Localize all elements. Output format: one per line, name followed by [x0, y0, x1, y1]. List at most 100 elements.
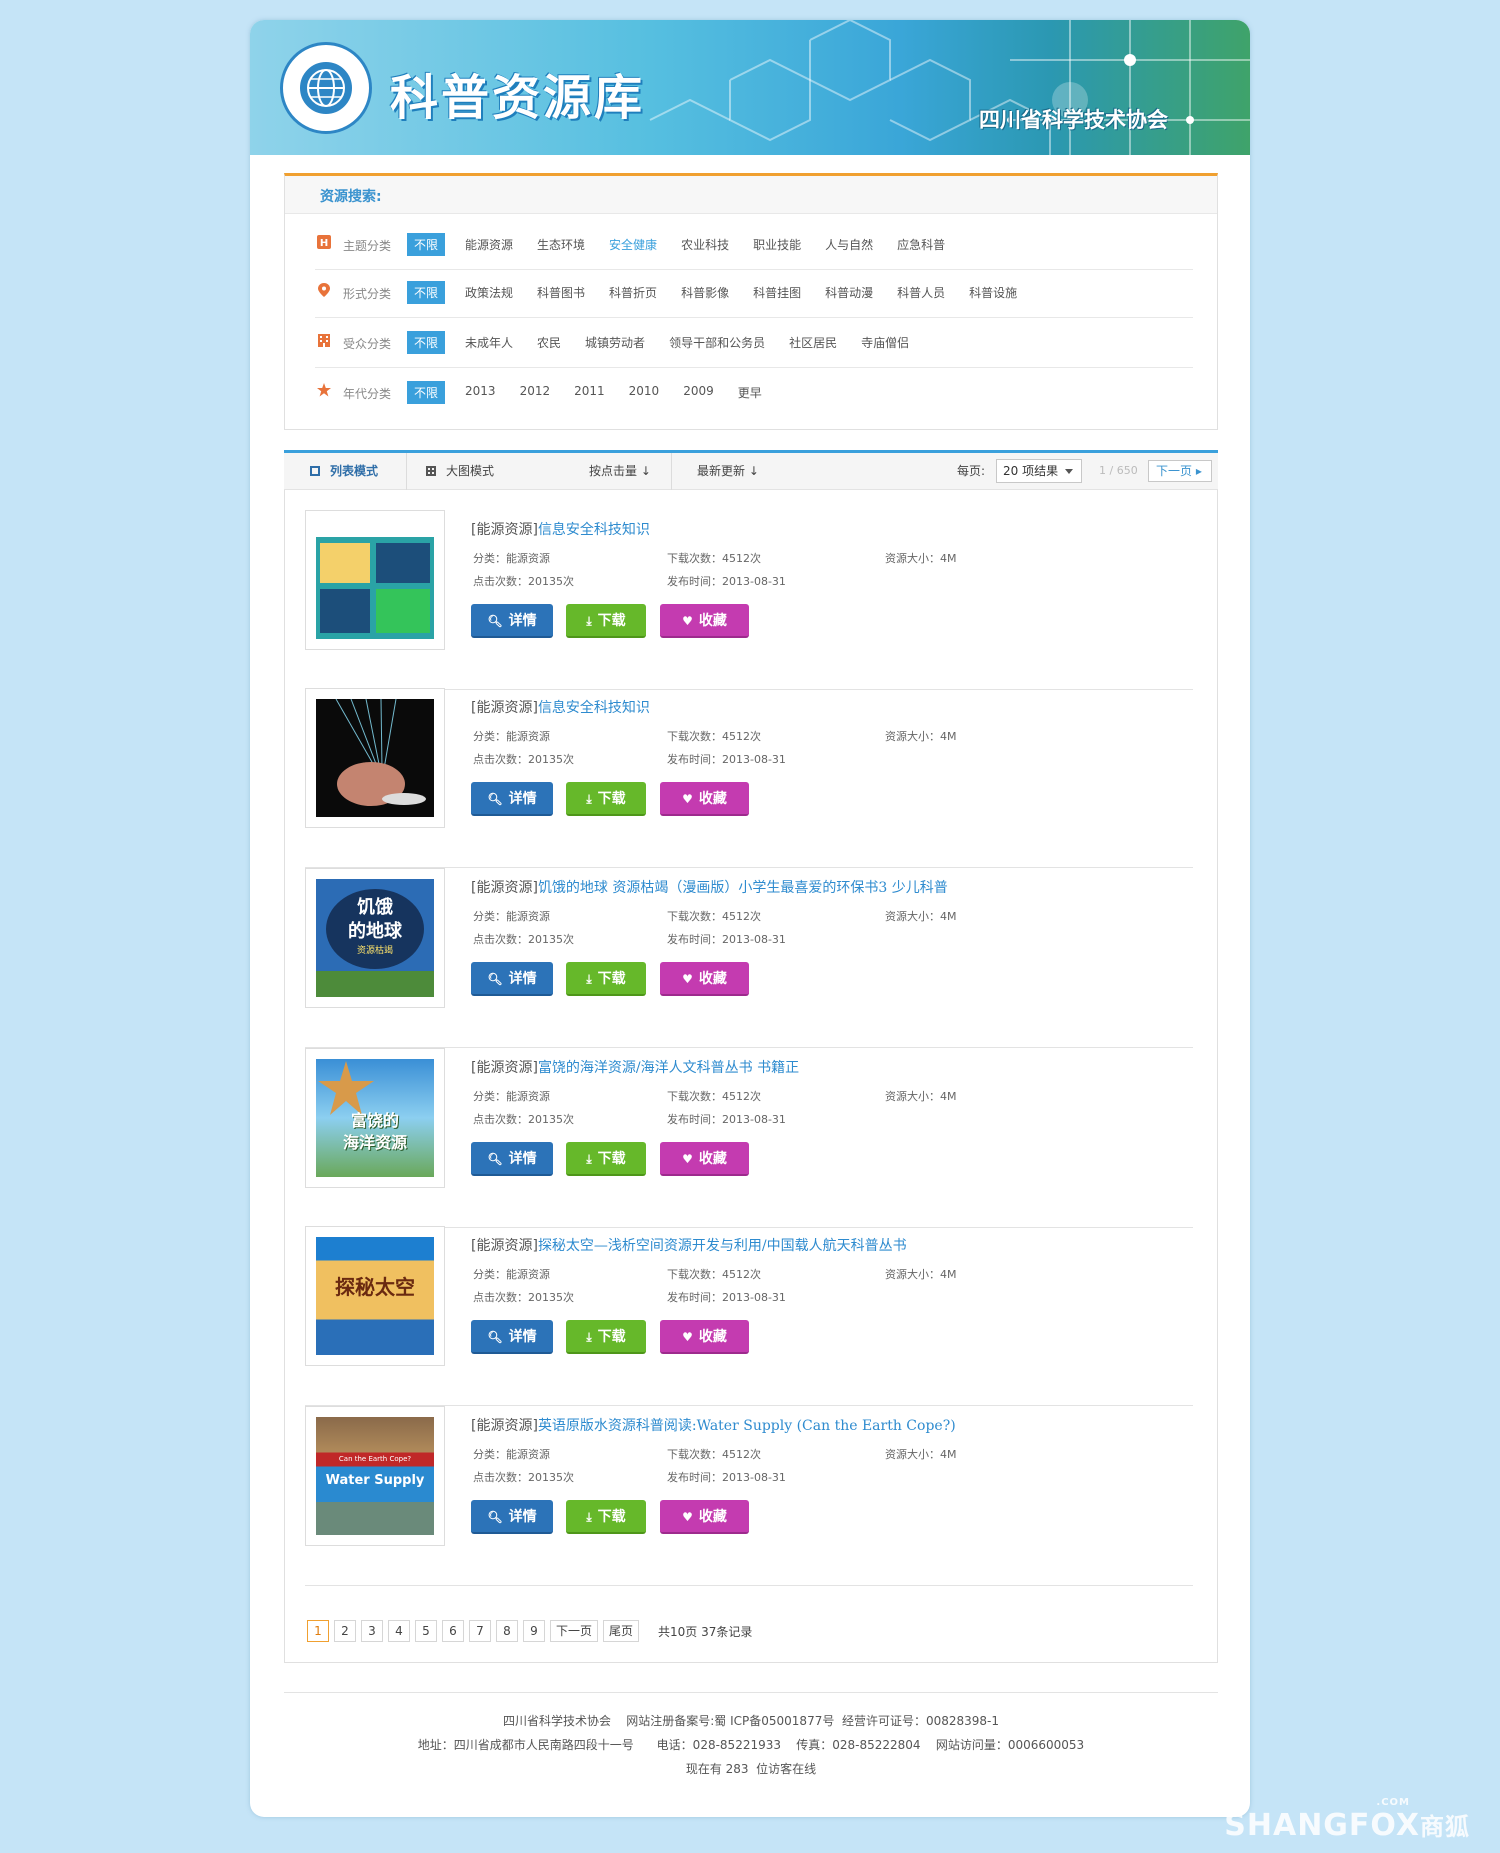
- filter-option[interactable]: 2011: [574, 381, 605, 404]
- download-button[interactable]: ⤓ 下载: [566, 604, 646, 638]
- favorite-button[interactable]: ♥ 收藏: [660, 962, 749, 996]
- cover-thumbnail[interactable]: 饥饿 的地球 资源枯竭: [305, 868, 445, 1008]
- detail-button[interactable]: 🔍︎ 详情: [471, 604, 553, 638]
- filter-option[interactable]: 2013: [465, 381, 496, 404]
- item-title-link[interactable]: 信息安全科技知识: [538, 522, 650, 538]
- filter-option[interactable]: 未成年人: [465, 331, 513, 354]
- item-title-link[interactable]: 信息安全科技知识: [538, 700, 650, 716]
- page-link[interactable]: 6: [442, 1620, 464, 1642]
- filter-option[interactable]: 领导干部和公务员: [669, 331, 765, 354]
- page-link[interactable]: 3: [361, 1620, 383, 1642]
- filter-option[interactable]: 社区居民: [789, 331, 837, 354]
- page-link-current[interactable]: 1: [307, 1620, 329, 1642]
- filter-option[interactable]: 应急科普: [897, 233, 945, 256]
- filter-option[interactable]: 科普动漫: [825, 281, 873, 304]
- list-mode-tab[interactable]: 列表模式: [310, 453, 378, 490]
- filter-option[interactable]: 科普设施: [969, 281, 1017, 304]
- cover-thumbnail[interactable]: [305, 688, 445, 828]
- next-page-link[interactable]: 下一页: [550, 1620, 599, 1642]
- item-title-link[interactable]: 饥饿的地球 资源枯竭（漫画版）小学生最喜爱的环保书3 少儿科普: [538, 880, 948, 896]
- list-icon: [310, 466, 320, 476]
- filter-option[interactable]: 城镇劳动者: [585, 331, 645, 354]
- per-page-select[interactable]: 20 项结果: [996, 459, 1082, 483]
- last-page-link[interactable]: 尾页: [603, 1620, 640, 1642]
- cover-thumbnail[interactable]: 富饶的 海洋资源: [305, 1048, 445, 1188]
- detail-button[interactable]: 🔍︎ 详情: [471, 782, 553, 816]
- filter-option[interactable]: 2009: [683, 381, 714, 404]
- cover-title: 饥饿: [357, 897, 393, 918]
- filter-option[interactable]: 科普图书: [537, 281, 585, 304]
- filter-option[interactable]: 农业科技: [681, 233, 729, 256]
- filter-option[interactable]: 职业技能: [753, 233, 801, 256]
- item-title-link[interactable]: 英语原版水资源科普阅读:Water Supply (Can the Earth …: [538, 1418, 956, 1434]
- download-button[interactable]: ⤓ 下载: [566, 962, 646, 996]
- item-size: 资源大小：4M: [885, 1448, 957, 1461]
- detail-button[interactable]: 🔍︎ 详情: [471, 962, 553, 996]
- filter-option[interactable]: 科普折页: [609, 281, 657, 304]
- filter-row-topic: H 主题分类 不限 能源资源 生态环境 安全健康 农业科技 职业技能 人与自然 …: [315, 220, 1193, 270]
- sort-by-latest[interactable]: 最新更新 ↓: [697, 453, 759, 490]
- favorite-button[interactable]: ♥ 收藏: [660, 1320, 749, 1354]
- cover-thumbnail[interactable]: Can the Earth Cope? Water Supply: [305, 1406, 445, 1546]
- filter-label: 年代分类: [343, 387, 392, 401]
- filter-option[interactable]: 更早: [738, 381, 762, 404]
- filter-option[interactable]: 2010: [629, 381, 660, 404]
- page-link[interactable]: 8: [496, 1620, 518, 1642]
- filter-option[interactable]: 2012: [520, 381, 551, 404]
- favorite-button[interactable]: ♥ 收藏: [660, 1142, 749, 1176]
- page-link[interactable]: 4: [388, 1620, 410, 1642]
- filter-option[interactable]: 科普人员: [897, 281, 945, 304]
- favorite-label: 收藏: [698, 971, 727, 987]
- detail-label: 详情: [508, 791, 537, 807]
- filter-option[interactable]: 科普挂图: [753, 281, 801, 304]
- filter-option[interactable]: 政策法规: [465, 281, 513, 304]
- h-icon: H: [317, 235, 331, 249]
- item-date: 发布时间：2013-08-31: [667, 753, 786, 766]
- download-button[interactable]: ⤓ 下载: [566, 1500, 646, 1534]
- favorite-button[interactable]: ♥ 收藏: [660, 604, 749, 638]
- filter-option-active[interactable]: 安全健康: [609, 233, 657, 256]
- item-category-field: 分类：能源资源: [473, 552, 550, 565]
- filter-option[interactable]: 生态环境: [537, 233, 585, 256]
- sort-by-clicks[interactable]: 按点击量 ↓: [589, 453, 651, 490]
- item-category: [能源资源]: [471, 880, 538, 896]
- arrow-down-icon: ↓: [637, 464, 651, 478]
- detail-label: 详情: [508, 1329, 537, 1345]
- favorite-button[interactable]: ♥ 收藏: [660, 782, 749, 816]
- filter-label: 受众分类: [343, 337, 392, 351]
- detail-button[interactable]: 🔍︎ 详情: [471, 1142, 553, 1176]
- download-button[interactable]: ⤓ 下载: [566, 1142, 646, 1176]
- filter-option-any[interactable]: 不限: [407, 233, 446, 256]
- page-link[interactable]: 7: [469, 1620, 491, 1642]
- filter-option[interactable]: 能源资源: [465, 233, 513, 256]
- favorite-button[interactable]: ♥ 收藏: [660, 1500, 749, 1534]
- download-button[interactable]: ⤓ 下载: [566, 782, 646, 816]
- download-button[interactable]: ⤓ 下载: [566, 1320, 646, 1354]
- page-link[interactable]: 2: [334, 1620, 356, 1642]
- heart-icon: ♥: [682, 1510, 693, 1524]
- next-page-button[interactable]: 下一页 ▸: [1148, 460, 1212, 482]
- filter-option-any[interactable]: 不限: [407, 381, 446, 404]
- item-title-link[interactable]: 富饶的海洋资源/海洋人文科普丛书 书籍正: [538, 1060, 799, 1076]
- cover-thumbnail[interactable]: 探秘太空: [305, 1226, 445, 1366]
- item-category-field: 分类：能源资源: [473, 1448, 550, 1461]
- item-title-link[interactable]: 探秘太空—浅析空间资源开发与利用/中国载人航天科普丛书: [538, 1238, 907, 1254]
- detail-button[interactable]: 🔍︎ 详情: [471, 1320, 553, 1354]
- page-link[interactable]: 9: [523, 1620, 545, 1642]
- grid-mode-tab[interactable]: 大图模式: [426, 453, 494, 490]
- filter-option[interactable]: 寺庙僧侣: [861, 331, 909, 354]
- results-toolbar: 列表模式 大图模式 按点击量 ↓ 最新更新 ↓ 每页: 20 项结果 1 / 6…: [284, 450, 1218, 490]
- resource-search-panel: 资源搜索: H 主题分类 不限 能源资源 生态环境 安全健康 农业科技 职业技能…: [284, 173, 1218, 430]
- filter-option-any[interactable]: 不限: [407, 281, 446, 304]
- detail-button[interactable]: 🔍︎ 详情: [471, 1500, 553, 1534]
- cover-thumbnail[interactable]: [305, 510, 445, 650]
- filter-option[interactable]: 科普影像: [681, 281, 729, 304]
- filter-option-any[interactable]: 不限: [407, 331, 446, 354]
- page-link[interactable]: 5: [415, 1620, 437, 1642]
- footer-line: 现在有 283 位访客在线: [685, 1762, 817, 1776]
- filter-option[interactable]: 人与自然: [825, 233, 873, 256]
- filter-option[interactable]: 农民: [537, 331, 561, 354]
- results-list: [能源资源]信息安全科技知识 分类：能源资源 下载次数：4512次 资源大小：4…: [284, 490, 1218, 1663]
- item-date: 发布时间：2013-08-31: [667, 575, 786, 588]
- list-item: 富饶的 海洋资源 [能源资源]富饶的海洋资源/海洋人文科普丛书 书籍正 分类：能…: [305, 1048, 1193, 1228]
